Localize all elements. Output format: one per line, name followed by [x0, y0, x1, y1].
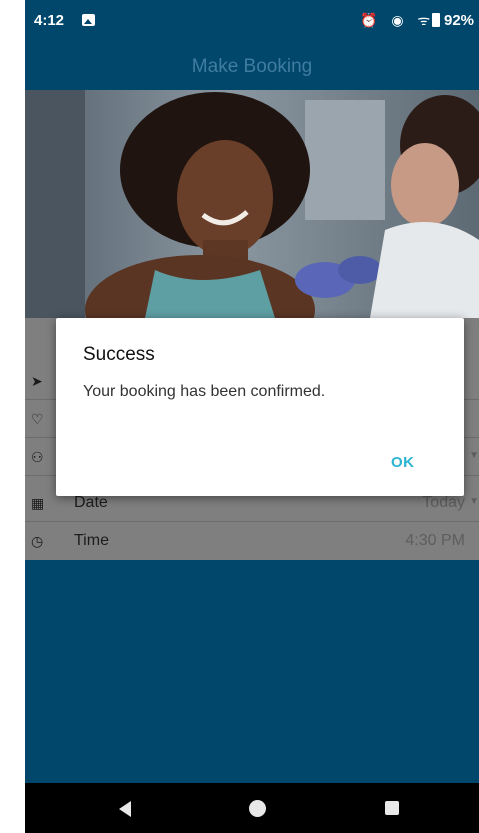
phone-screen: 4:12 ⏰ ◉ ᯤ 92% Make Booking ➤ ♡ ⚇ ▼ ▦ Da…: [25, 0, 479, 833]
dialog-title: Success: [83, 344, 155, 365]
home-icon[interactable]: [249, 800, 266, 817]
back-icon[interactable]: [119, 801, 131, 817]
system-nav-bar: [25, 783, 479, 833]
dialog-message: Your booking has been confirmed.: [83, 383, 326, 400]
ok-button[interactable]: OK: [391, 454, 415, 471]
success-dialog: Success Your booking has been confirmed.…: [56, 318, 464, 496]
recent-apps-icon[interactable]: [385, 801, 399, 815]
